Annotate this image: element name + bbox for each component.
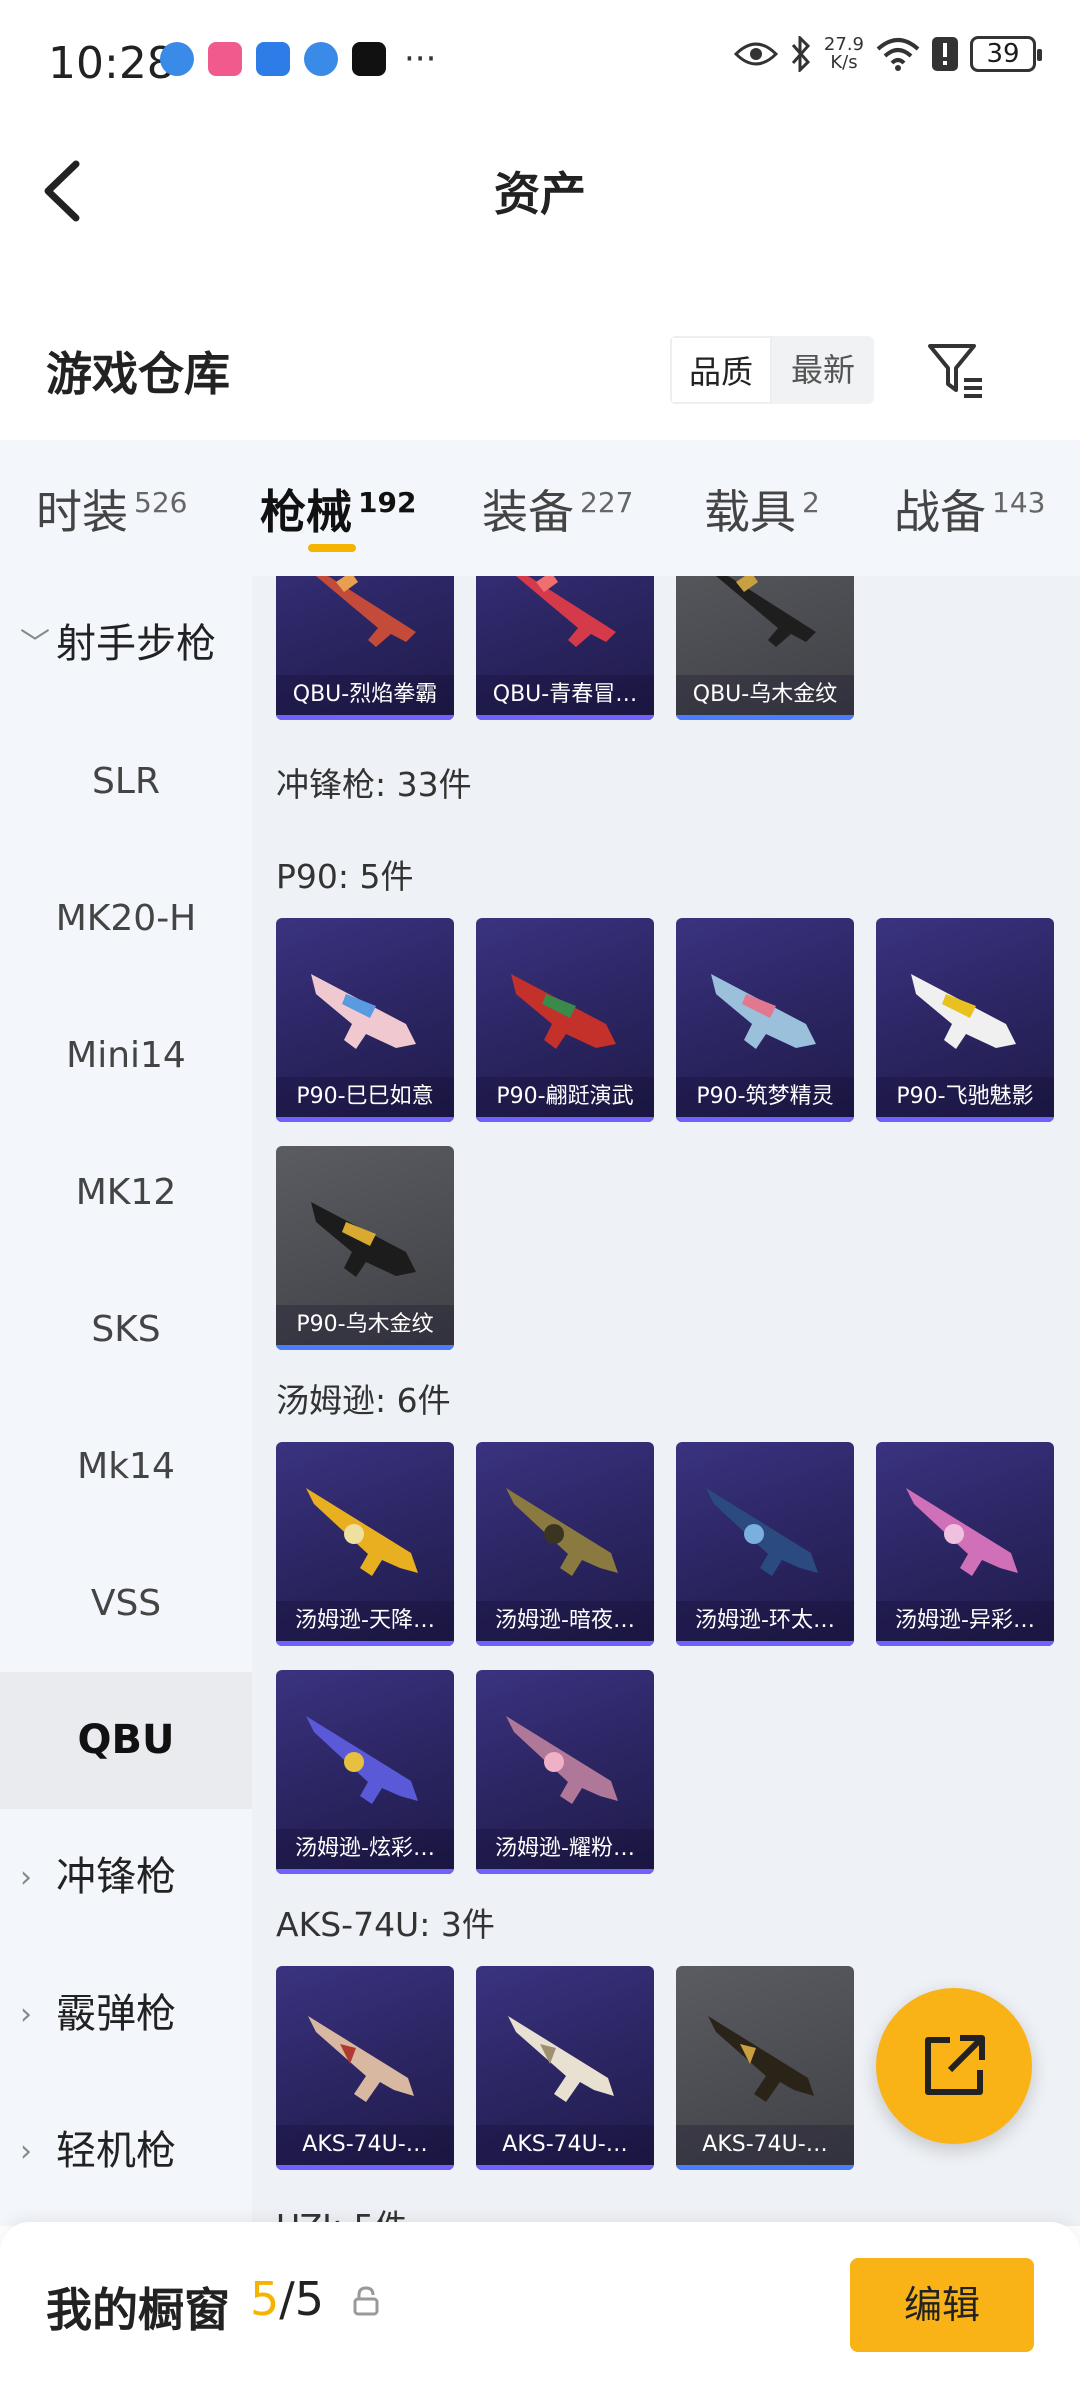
thompson-skin-icon [906,1488,1018,1576]
nav-group-lmg[interactable]: › 轻机枪 [0,2083,252,2220]
lock-icon [353,2286,379,2316]
chevron-right-icon: › [20,1860,32,1895]
status-time: 10:28 [48,38,175,89]
nav-item-vss[interactable]: VSS [0,1535,252,1672]
weapon-card[interactable]: QBU-烈焰拳霸 [276,576,454,720]
filter-icon [928,344,982,398]
weapon-card[interactable]: P90-巳巳如意 [276,918,454,1122]
rifle-skin-icon [316,576,416,647]
weapon-card[interactable]: 汤姆逊-耀粉… [476,1670,654,1874]
share-fab-button[interactable] [876,1988,1032,2144]
weapon-card[interactable]: P90-飞驰魅影 [876,918,1054,1122]
status-right: 27.9 K/s 39 [733,34,1042,73]
thompson-skin-icon [506,1716,618,1804]
nav-item-mk20h[interactable]: MK20-H [0,850,252,987]
warehouse-title: 游戏仓库 [46,347,230,401]
warehouse-bar: 游戏仓库 品质 最新 [0,300,1080,440]
app-notify-icon [160,42,194,76]
wifi-icon [876,38,920,71]
nav-item-sks[interactable]: SKS [0,1261,252,1398]
bluetooth-icon [791,36,810,72]
aks74u-skin-icon [308,2016,414,2102]
sort-toggle: 品质 最新 [670,336,874,404]
tab-vehicles[interactable]: 载具 2 [704,476,820,542]
nav-item-mk14[interactable]: Mk14 [0,1398,252,1535]
weapon-card[interactable]: 汤姆逊-炫彩… [276,1670,454,1874]
thompson-skin-icon [706,1488,818,1576]
tiktok-icon [352,42,386,76]
aks-section-title: AKS-74U: 3件 [276,1905,495,1944]
aks74u-skin-icon [508,2016,614,2102]
weapon-card[interactable]: 汤姆逊-异彩… [876,1442,1054,1646]
p90-skin-icon [511,974,616,1049]
showcase-bar: 我的橱窗 5/5 编辑 [0,2222,1080,2382]
tab-firearms[interactable]: 枪械 192 [260,476,416,542]
bluetooth-app-icon [256,42,290,76]
weapon-card[interactable]: QBU-青春冒… [476,576,654,720]
nav-group-shotgun[interactable]: › 霰弹枪 [0,1946,252,2083]
weapon-card[interactable]: AKS-74U-… [476,1966,654,2170]
weapon-card[interactable]: 汤姆逊-天降… [276,1442,454,1646]
nav-item-slr[interactable]: SLR [0,713,252,850]
nav-item-mini14[interactable]: Mini14 [0,987,252,1124]
smg-total-label: 冲锋枪: 33件 [276,765,472,804]
rifle-skin-icon [516,576,616,647]
alert-icon [932,37,958,71]
showcase-count: 5/5 [250,2272,325,2326]
weapon-card[interactable]: QBU-乌木金纹 [676,576,854,720]
assets-page: 10:28 ··· 27.9 K/s 39 资产 游戏仓库 品质 最新 时装 5… [0,0,1080,2382]
page-header: 资产 [0,120,1080,260]
thompson-section-title: 汤姆逊: 6件 [276,1381,451,1420]
active-tab-indicator [308,544,356,552]
tab-equipment[interactable]: 装备 227 [482,476,633,542]
p90-skin-icon [911,974,1016,1049]
weapon-card[interactable]: 汤姆逊-环太… [676,1442,854,1646]
more-notifications-icon: ··· [404,39,437,79]
sort-quality-button[interactable]: 品质 [670,336,772,404]
weapon-card[interactable]: P90-乌木金纹 [276,1146,454,1350]
network-speed: 27.9 K/s [823,34,864,73]
p90-skin-icon [311,974,416,1049]
weapon-type-nav: ﹀ 射手步枪 SLR MK20-H Mini14 MK12 SKS Mk14 VS… [0,576,252,2226]
eye-icon [733,42,778,66]
filter-button[interactable] [924,338,988,402]
notification-icons: ··· [160,42,436,76]
thompson-skin-icon [506,1488,618,1576]
status-bar: 10:28 ··· 27.9 K/s 39 [0,0,1080,120]
edit-button[interactable]: 编辑 [850,2258,1034,2352]
tab-fashion[interactable]: 时装 526 [36,476,187,542]
sort-latest-button[interactable]: 最新 [772,336,874,404]
nav-group-smg[interactable]: › 冲锋枪 [0,1809,252,1946]
chevron-right-icon: › [20,1997,32,2032]
showcase-title: 我的橱窗 [46,2283,230,2337]
category-tabs: 时装 526 枪械 192 装备 227 载具 2 战备 143 [0,440,1080,576]
tab-supplies[interactable]: 战备 143 [894,476,1045,542]
battery-indicator: 39 [970,36,1042,72]
weapon-card[interactable]: AKS-74U-… [276,1966,454,2170]
page-title: 资产 [494,167,586,221]
app-notify-icon [208,42,242,76]
p90-section-title: P90: 5件 [276,857,414,896]
weapon-card[interactable]: AKS-74U-… [676,1966,854,2170]
thompson-skin-icon [306,1488,418,1576]
aks74u-skin-icon [708,2016,814,2102]
p90-skin-icon [711,974,816,1049]
weapon-grid: QBU-烈焰拳霸 QBU-青春冒… QBU-乌木金纹 冲锋枪: 33件 P90:… [252,576,1080,2226]
weapon-card[interactable]: P90-筑梦精灵 [676,918,854,1122]
nav-group-marksman-rifle[interactable]: ﹀ 射手步枪 [0,576,252,713]
chevron-right-icon: › [20,2134,32,2169]
rifle-skin-icon [716,576,816,647]
external-link-icon [925,2035,985,2095]
p90-skin-icon [311,1202,416,1277]
nav-item-qbu[interactable]: QBU [0,1672,252,1809]
thompson-skin-icon [306,1716,418,1804]
weapon-card[interactable]: 汤姆逊-暗夜… [476,1442,654,1646]
weapon-card[interactable]: P90-翩跹演武 [476,918,654,1122]
nav-item-mk12[interactable]: MK12 [0,1124,252,1261]
app-notify-icon [304,42,338,76]
chevron-down-icon: ﹀ [20,627,50,662]
